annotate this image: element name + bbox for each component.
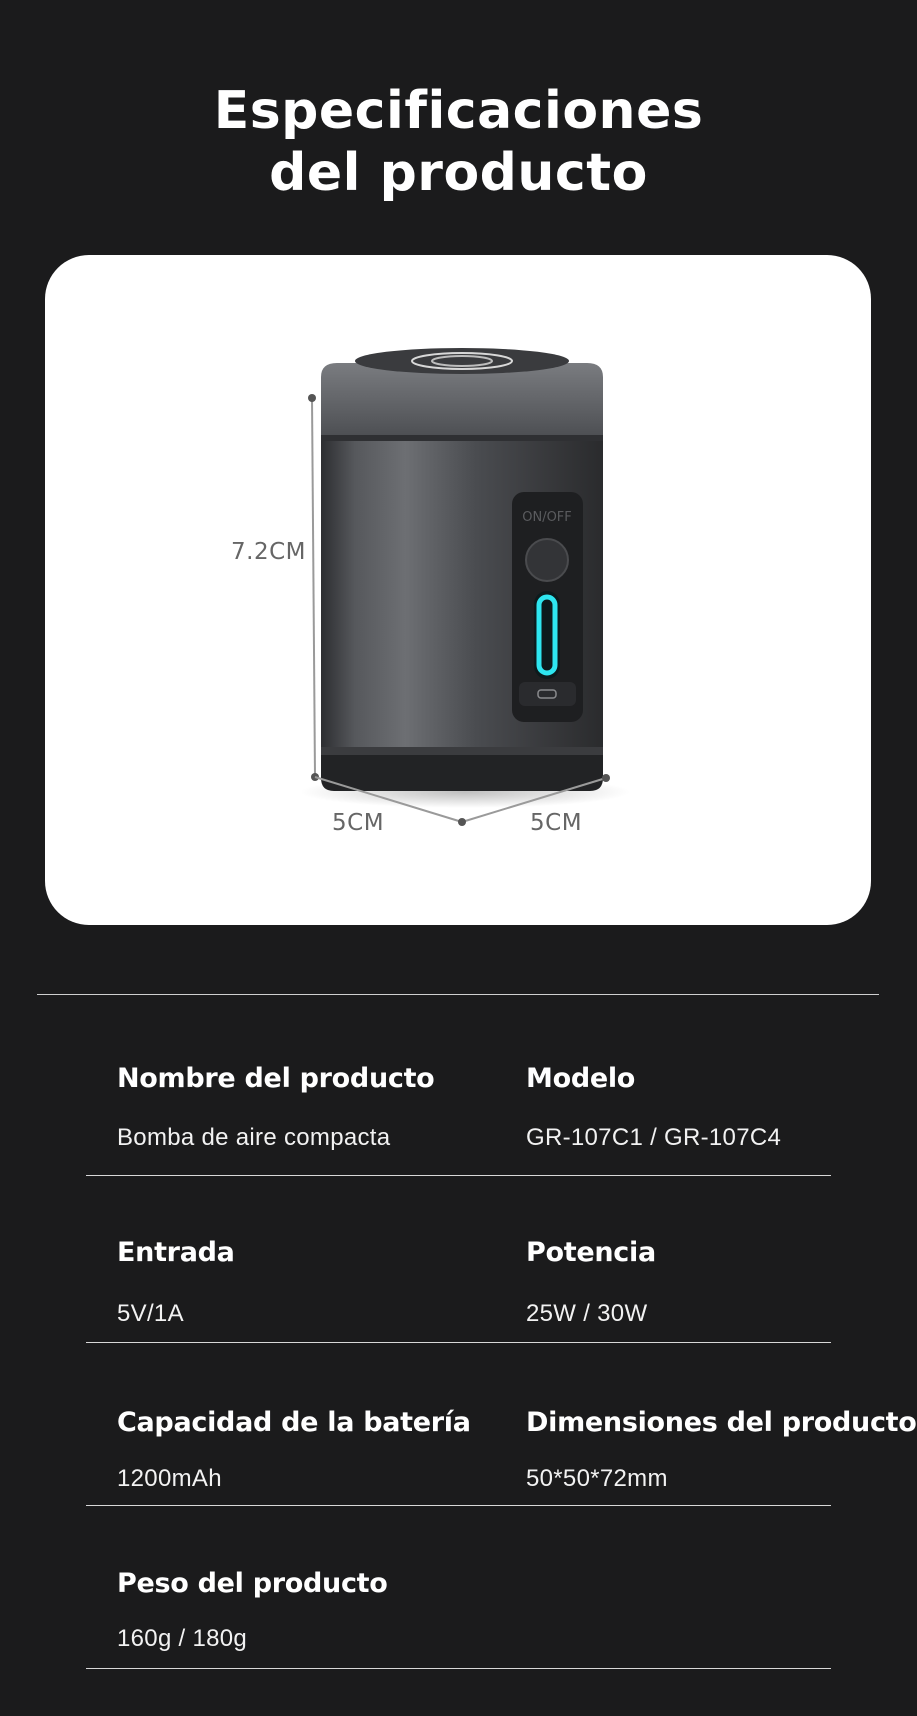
usb-port-cover bbox=[519, 682, 576, 706]
page-title-line-2: del producto bbox=[269, 143, 648, 203]
height-dimension-line bbox=[311, 397, 316, 778]
width-dimension-right-dot bbox=[602, 774, 610, 782]
spec-label-dimensions: Dimensiones del producto bbox=[526, 1407, 917, 1438]
spec-label-weight: Peso del producto bbox=[117, 1568, 388, 1599]
page-title-line-1: Especificaciones bbox=[213, 81, 704, 141]
width-label-right: 5CM bbox=[530, 810, 583, 836]
spec-label-power: Potencia bbox=[526, 1237, 656, 1268]
row-divider-4 bbox=[86, 1668, 831, 1669]
section-divider bbox=[37, 994, 879, 995]
width-label-left: 5CM bbox=[332, 810, 385, 836]
spec-value-dimensions: 50*50*72mm bbox=[526, 1465, 668, 1492]
height-label: 7.2CM bbox=[231, 539, 306, 565]
row-divider-1 bbox=[86, 1175, 831, 1176]
spec-label-product-name: Nombre del producto bbox=[117, 1063, 435, 1094]
spec-value-model: GR-107C1 / GR-107C4 bbox=[526, 1124, 782, 1151]
spec-value-battery-capacity: 1200mAh bbox=[117, 1465, 222, 1492]
device-top-cap bbox=[321, 363, 603, 440]
product-illustration: ON/OFF bbox=[300, 348, 630, 826]
row-divider-2 bbox=[86, 1342, 831, 1343]
cap-seam bbox=[321, 435, 603, 441]
row-divider-3 bbox=[86, 1505, 831, 1506]
on-off-text: ON/OFF bbox=[522, 510, 572, 525]
spec-value-product-name: Bomba de aire compacta bbox=[117, 1124, 391, 1151]
product-image-card: ON/OFF 7.2CM 5CM 5CM bbox=[45, 255, 871, 925]
spec-value-weight: 160g / 180g bbox=[117, 1625, 248, 1652]
page-title: Especificaciones del producto bbox=[0, 80, 917, 204]
spec-label-model: Modelo bbox=[526, 1063, 636, 1094]
top-grille bbox=[355, 348, 569, 374]
power-button bbox=[525, 538, 569, 582]
spec-value-power: 25W / 30W bbox=[526, 1300, 648, 1327]
height-dimension-top-dot bbox=[308, 394, 316, 402]
spec-label-battery-capacity: Capacidad de la batería bbox=[117, 1407, 471, 1438]
spec-value-input: 5V/1A bbox=[117, 1300, 184, 1327]
spec-label-input: Entrada bbox=[117, 1237, 235, 1268]
width-dimension-center-dot bbox=[458, 818, 466, 826]
